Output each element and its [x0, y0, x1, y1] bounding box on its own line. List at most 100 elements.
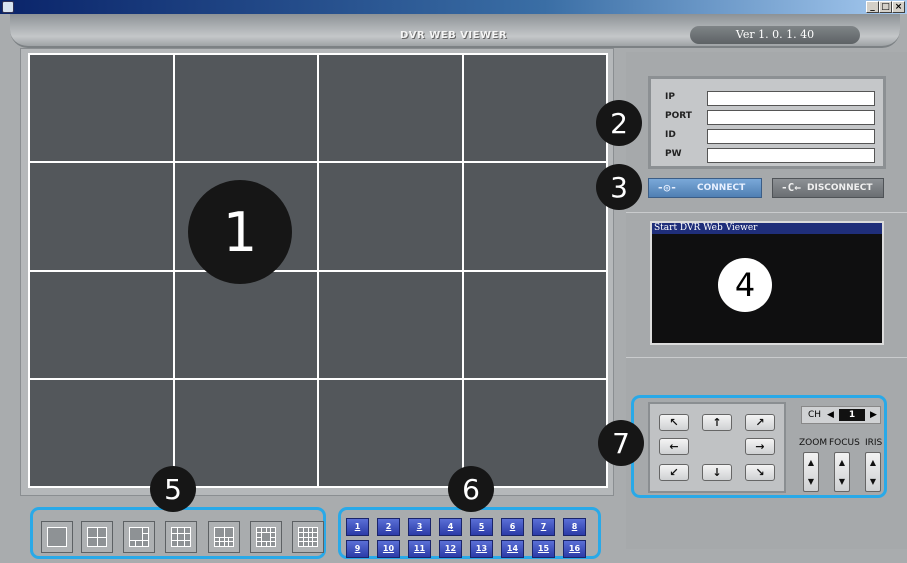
pan-right-button[interactable]: →: [745, 438, 775, 455]
callout-7: 7: [598, 420, 644, 466]
channel-6-button[interactable]: 6: [501, 518, 524, 536]
channel-label: CH: [808, 410, 822, 420]
video-cell[interactable]: [174, 55, 317, 162]
iris-label: IRIS: [865, 438, 883, 448]
six-view-icon: [129, 527, 149, 547]
pan-up-right-button[interactable]: ↗: [745, 414, 775, 431]
channel-2-button[interactable]: 2: [377, 518, 400, 536]
video-cell[interactable]: [30, 379, 173, 486]
divider: [626, 212, 907, 213]
channel-10-button[interactable]: 10: [377, 540, 400, 558]
channel-next-button[interactable]: ▶: [870, 407, 877, 423]
channel-9-button[interactable]: 9: [346, 540, 369, 558]
port-label: PORT: [665, 111, 692, 121]
ten-view-icon: [214, 527, 234, 547]
pan-up-left-button[interactable]: ↖: [659, 414, 689, 431]
zoom-label: ZOOM: [799, 438, 828, 448]
callout-1: 1: [188, 180, 292, 284]
window-titlebar: _ □ ×: [0, 0, 907, 14]
channel-7-button[interactable]: 7: [532, 518, 555, 536]
pw-label: PW: [665, 149, 682, 159]
pan-left-button[interactable]: ←: [659, 438, 689, 455]
single-view-icon: [47, 527, 67, 547]
video-cell[interactable]: [463, 55, 606, 162]
connect-button[interactable]: -◎- CONNECT: [648, 178, 762, 198]
layout-4-split-button[interactable]: [81, 521, 113, 553]
pan-up-button[interactable]: ↑: [702, 414, 732, 431]
channel-16-button[interactable]: 16: [563, 540, 586, 558]
channel-15-button[interactable]: 15: [532, 540, 555, 558]
id-label: ID: [665, 130, 676, 140]
layout-6-split-button[interactable]: [123, 521, 155, 553]
video-cell[interactable]: [30, 55, 173, 162]
channel-11-button[interactable]: 11: [408, 540, 431, 558]
video-cell[interactable]: [319, 163, 462, 270]
layout-13-split-button[interactable]: [250, 521, 282, 553]
pan-down-left-button[interactable]: ↙: [659, 464, 689, 481]
channel-3-button[interactable]: 3: [408, 518, 431, 536]
video-cell[interactable]: [319, 55, 462, 162]
ptz-direction-pad: ↖ ↑ ↗ ← → ↙ ↓ ↘: [648, 402, 786, 493]
layout-16-split-button[interactable]: [292, 521, 324, 553]
channel-prev-button[interactable]: ◀: [827, 407, 834, 423]
video-cell[interactable]: [319, 379, 462, 486]
layout-10-split-button[interactable]: [208, 521, 240, 553]
focus-near-button[interactable]: ▲: [835, 453, 849, 472]
focus-label: FOCUS: [829, 438, 860, 448]
channel-selector: CH ◀ 1 ▶: [801, 406, 881, 424]
id-input[interactable]: [707, 129, 875, 144]
channel-1-button[interactable]: 1: [346, 518, 369, 536]
iris-close-button[interactable]: ▼: [866, 472, 880, 491]
connect-label: CONNECT: [697, 183, 746, 193]
disconnect-button[interactable]: -C← DISCONNECT: [772, 178, 884, 198]
app-icon: [2, 1, 14, 13]
callout-6: 6: [448, 466, 494, 512]
plug-disconnect-icon: -C←: [781, 181, 801, 194]
channel-4-button[interactable]: 4: [439, 518, 462, 536]
video-cell[interactable]: [30, 271, 173, 378]
zoom-control: ▲ ▼: [803, 452, 819, 492]
video-cell[interactable]: [463, 163, 606, 270]
nine-view-icon: [171, 527, 191, 547]
close-button[interactable]: ×: [892, 1, 905, 13]
pan-down-button[interactable]: ↓: [702, 464, 732, 481]
channel-5-button[interactable]: 5: [470, 518, 493, 536]
focus-far-button[interactable]: ▼: [835, 472, 849, 491]
thirteen-view-icon: [256, 527, 276, 547]
app-header: DVR WEB VIEWER Ver 1. 0. 1. 40: [10, 14, 900, 48]
callout-5: 5: [150, 466, 196, 512]
port-input[interactable]: [707, 110, 875, 125]
iris-control: ▲ ▼: [865, 452, 881, 492]
app-title: DVR WEB VIEWER: [400, 30, 508, 41]
layout-1-split-button[interactable]: [41, 521, 73, 553]
sixteen-view-icon: [298, 527, 318, 547]
video-cell[interactable]: [174, 379, 317, 486]
log-message: Start DVR Web Viewer: [652, 223, 882, 234]
minimize-button[interactable]: _: [866, 1, 879, 13]
ip-input[interactable]: [707, 91, 875, 106]
ip-label: IP: [665, 92, 675, 102]
plug-connect-icon: -◎-: [657, 181, 677, 194]
zoom-out-button[interactable]: ▼: [804, 472, 818, 491]
divider: [626, 357, 907, 358]
pw-input[interactable]: [707, 148, 875, 163]
callout-3: 3: [596, 164, 642, 210]
callout-4: 4: [718, 258, 772, 312]
callout-2: 2: [596, 100, 642, 146]
video-grid: [28, 53, 608, 488]
maximize-button[interactable]: □: [879, 1, 892, 13]
zoom-in-button[interactable]: ▲: [804, 453, 818, 472]
pan-down-right-button[interactable]: ↘: [745, 464, 775, 481]
disconnect-label: DISCONNECT: [807, 183, 873, 193]
channel-14-button[interactable]: 14: [501, 540, 524, 558]
channel-8-button[interactable]: 8: [563, 518, 586, 536]
channel-13-button[interactable]: 13: [470, 540, 493, 558]
layout-9-split-button[interactable]: [165, 521, 197, 553]
video-cell[interactable]: [174, 271, 317, 378]
channel-12-button[interactable]: 12: [439, 540, 462, 558]
quad-view-icon: [87, 527, 107, 547]
iris-open-button[interactable]: ▲: [866, 453, 880, 472]
video-cell[interactable]: [30, 163, 173, 270]
video-cell[interactable]: [319, 271, 462, 378]
video-cell[interactable]: [463, 271, 606, 378]
